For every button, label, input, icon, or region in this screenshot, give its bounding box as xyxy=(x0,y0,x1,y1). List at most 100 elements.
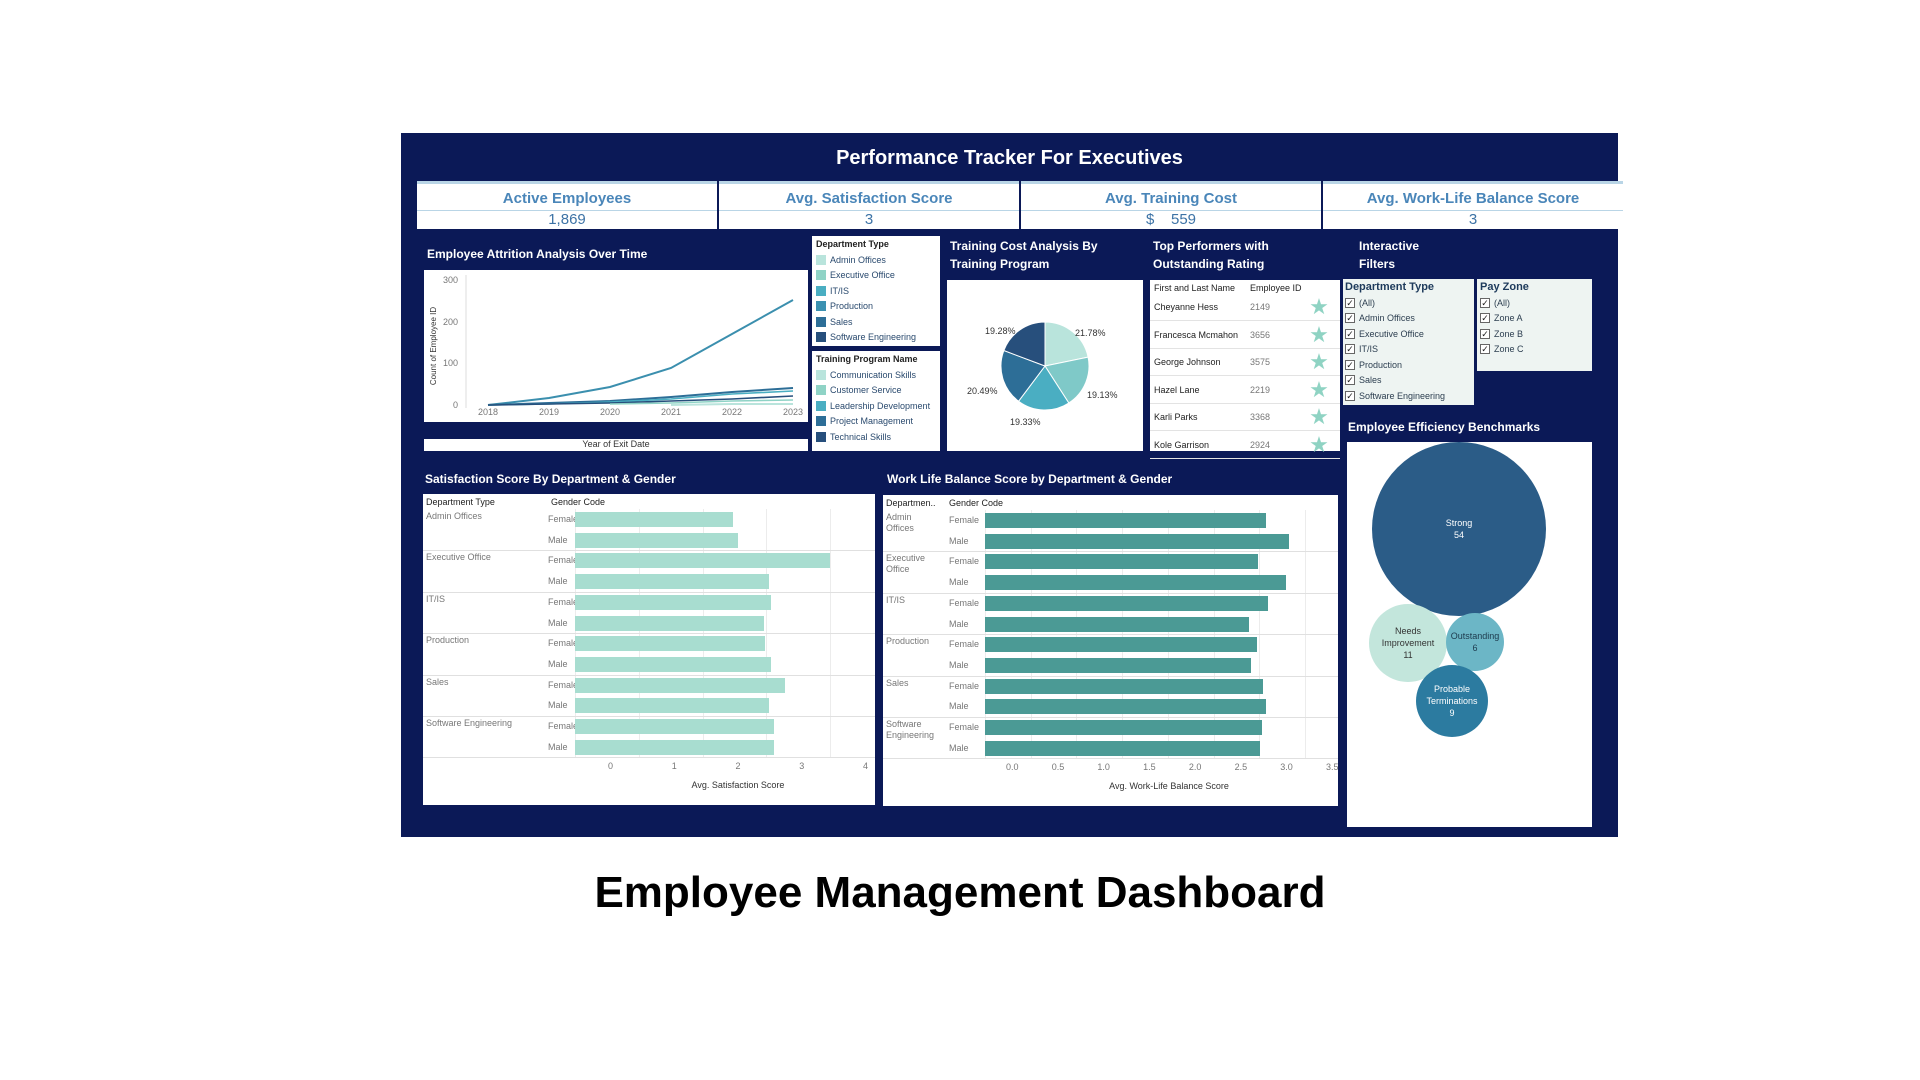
worklife-chart[interactable]: Departmen.. Gender Code Admin Offices Fem… xyxy=(883,495,1339,806)
gender-label: Male xyxy=(548,700,568,711)
bar[interactable] xyxy=(575,739,774,755)
bar[interactable] xyxy=(985,720,1263,735)
bar[interactable] xyxy=(985,699,1266,715)
worklife-x-ticks: 0.0 0.5 1.0 1.5 2.0 2.5 3.0 3.5 xyxy=(1006,762,1339,774)
legend-item[interactable]: Admin Offices xyxy=(816,252,936,268)
gender-label: Female xyxy=(949,639,980,650)
gender-label: Male xyxy=(548,741,568,752)
filter-option-label: Sales xyxy=(1359,375,1382,386)
table-row[interactable]: Kole Garrison 2924 ★ xyxy=(1150,432,1340,459)
bubble-value: 54 xyxy=(1453,530,1464,540)
performer-id: 2924 xyxy=(1250,439,1271,450)
legend-item[interactable]: Sales xyxy=(816,314,936,330)
bubble-value: 11 xyxy=(1403,650,1413,660)
legend-item[interactable]: Executive Office xyxy=(816,268,936,284)
checkbox-checked-icon[interactable]: ✓ xyxy=(1480,328,1490,339)
bar[interactable] xyxy=(985,513,1266,528)
attrition-ylabel: Count of Employee ID xyxy=(429,307,438,385)
payzone-filter-options: ✓ (All) ✓ Zone A ✓ Zone B ✓ Zone C xyxy=(1480,295,1589,357)
efficiency-bubble[interactable]: Probable Terminations 9 xyxy=(1416,665,1488,737)
dept-label: Admin Offices xyxy=(886,512,914,533)
checkbox-checked-icon[interactable]: ✓ xyxy=(1345,359,1355,370)
legend-item[interactable]: Leadership Development xyxy=(816,398,936,414)
checkbox-checked-icon[interactable]: ✓ xyxy=(1345,375,1355,386)
table-row[interactable]: Karli Parks 3368 ★ xyxy=(1150,404,1340,431)
bar[interactable] xyxy=(575,656,772,672)
bar[interactable] xyxy=(575,594,772,610)
filter-option[interactable]: ✓ IT/IS xyxy=(1345,342,1472,358)
table-row[interactable]: George Johnson 3575 ★ xyxy=(1150,349,1340,376)
legend-item[interactable]: IT/IS xyxy=(816,283,936,299)
checkbox-checked-icon[interactable]: ✓ xyxy=(1345,390,1355,401)
satisfaction-chart[interactable]: Department Type Gender Code Admin Office… xyxy=(423,494,875,805)
bar[interactable] xyxy=(575,553,830,569)
checkbox-checked-icon[interactable]: ✓ xyxy=(1345,297,1355,308)
bar[interactable] xyxy=(575,698,769,714)
training-cost-pie-panel[interactable]: 21.78% 19.13% 19.33% 20.49% 19.28% xyxy=(947,280,1143,451)
x-tick: 0.0 xyxy=(1006,762,1019,772)
bar[interactable] xyxy=(575,636,765,652)
checkbox-checked-icon[interactable]: ✓ xyxy=(1345,313,1355,324)
legend-item[interactable]: Customer Service xyxy=(816,383,936,399)
filter-option[interactable]: ✓ Zone A xyxy=(1480,311,1589,327)
legend-item[interactable]: Technical Skills xyxy=(816,429,936,445)
bar[interactable] xyxy=(985,575,1286,591)
bar[interactable] xyxy=(985,595,1269,611)
bar[interactable] xyxy=(985,678,1263,694)
filter-option[interactable]: ✓ (All) xyxy=(1480,295,1589,311)
legend-label: IT/IS xyxy=(830,285,850,296)
legend-item[interactable]: Software Engineering xyxy=(816,330,936,346)
filter-option[interactable]: ✓ Executive Office xyxy=(1345,326,1472,342)
bubble-label: Strong xyxy=(1445,518,1473,528)
star-icon: ★ xyxy=(1309,431,1329,457)
filter-option[interactable]: ✓ Zone B xyxy=(1480,326,1589,342)
col-name-header: First and Last Name xyxy=(1154,283,1236,293)
bar[interactable] xyxy=(985,740,1261,756)
table-row[interactable]: Hazel Lane 2219 ★ xyxy=(1150,377,1340,404)
legend-swatch xyxy=(816,400,826,411)
legend-swatch xyxy=(816,301,826,312)
legend-item[interactable]: Project Management xyxy=(816,414,936,430)
legend-item[interactable]: Communication Skills xyxy=(816,367,936,383)
bar[interactable] xyxy=(985,657,1252,673)
kpi-avg-work-life: Avg. Work-Life Balance Score 3 xyxy=(1323,181,1623,229)
bar[interactable] xyxy=(575,574,770,590)
x-tick: 2 xyxy=(735,761,741,771)
table-row[interactable]: Cheyanne Hess 2149 ★ xyxy=(1150,294,1340,321)
filter-option[interactable]: ✓ Software Engineering xyxy=(1345,388,1472,404)
bar[interactable] xyxy=(575,532,739,548)
bar[interactable] xyxy=(985,637,1258,653)
bar[interactable] xyxy=(985,616,1250,632)
payzone-filter[interactable]: Pay Zone ✓ (All) ✓ Zone A ✓ Zone B ✓ Zone C xyxy=(1477,279,1592,371)
bar[interactable] xyxy=(575,677,786,693)
checkbox-checked-icon[interactable]: ✓ xyxy=(1480,344,1490,355)
bar[interactable] xyxy=(575,615,764,631)
filter-option-label: Software Engineering xyxy=(1359,390,1446,401)
table-row[interactable]: Francesca Mcmahon 3656 ★ xyxy=(1150,322,1340,349)
satisfaction-xlabel: Avg. Satisfaction Score xyxy=(691,780,785,790)
checkbox-checked-icon[interactable]: ✓ xyxy=(1345,328,1355,339)
satisfaction-rows: Admin Offices Female Male Executive Office F… xyxy=(423,509,875,759)
checkbox-checked-icon[interactable]: ✓ xyxy=(1480,313,1490,324)
checkbox-checked-icon[interactable]: ✓ xyxy=(1345,344,1355,355)
bar[interactable] xyxy=(575,719,774,734)
filter-option[interactable]: ✓ Production xyxy=(1345,357,1472,373)
filter-option[interactable]: ✓ Sales xyxy=(1345,373,1472,389)
filter-option[interactable]: ✓ Zone C xyxy=(1480,342,1589,358)
dept-label: Executive Office xyxy=(886,553,926,575)
legend-swatch xyxy=(816,431,826,442)
efficiency-bubble-chart[interactable]: Strong 54 Needs Improvement 11 Outstanding 6 P… xyxy=(1347,442,1592,827)
bar[interactable] xyxy=(985,533,1290,549)
filter-option[interactable]: ✓ Admin Offices xyxy=(1345,311,1472,327)
legend-item[interactable]: Production xyxy=(816,299,936,315)
gender-label: Female xyxy=(949,556,980,567)
efficiency-bubble[interactable]: Outstanding 6 xyxy=(1446,613,1504,671)
gender-label: Male xyxy=(548,534,568,545)
attrition-chart[interactable]: Count of Employee ID 300 200 100 0 2018 … xyxy=(424,270,808,432)
bar[interactable] xyxy=(985,554,1259,570)
efficiency-bubble[interactable]: Strong 54 xyxy=(1372,442,1546,616)
bar[interactable] xyxy=(575,512,734,527)
filter-option[interactable]: ✓ (All) xyxy=(1345,295,1472,311)
department-filter[interactable]: Department Type ✓ (All) ✓ Admin Offices ✓ Exe… xyxy=(1343,279,1474,405)
checkbox-checked-icon[interactable]: ✓ xyxy=(1480,297,1490,308)
